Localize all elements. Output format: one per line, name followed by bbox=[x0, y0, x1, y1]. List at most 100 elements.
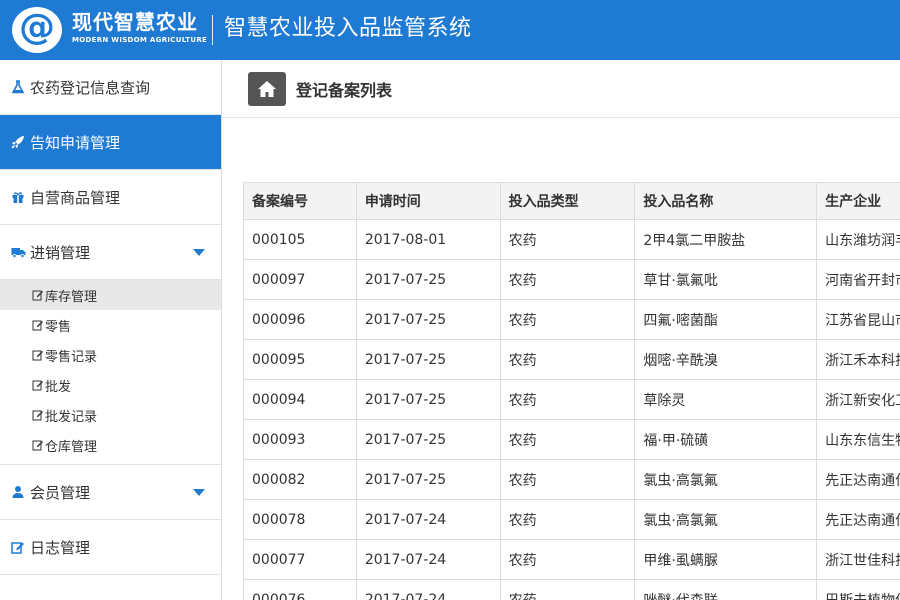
cell-record-no: 000105 bbox=[243, 219, 357, 260]
chevron-down-icon[interactable] bbox=[193, 489, 205, 496]
submenu-purchase-sales: 库存管理 零售 零售记录 批发 批发记录 仓库管理 bbox=[0, 280, 221, 465]
submenu-item-retail-records[interactable]: 零售记录 bbox=[0, 340, 221, 370]
cell-manufacturer: 山东东信生物 bbox=[816, 419, 900, 460]
logo-cn-text: 现代智慧农业 bbox=[72, 10, 198, 34]
sidebar-item-label: 自营商品管理 bbox=[30, 188, 121, 207]
submenu-item-wholesale[interactable]: 批发 bbox=[0, 370, 221, 400]
cell-record-no: 000097 bbox=[243, 259, 357, 300]
edit-icon bbox=[32, 289, 44, 301]
cell-manufacturer: 先正达南通作 bbox=[816, 499, 900, 540]
sidebar-item-purchase-sales[interactable]: 进销管理 bbox=[0, 225, 221, 280]
col-header-apply-time[interactable]: 申请时间 bbox=[355, 182, 501, 220]
sidebar-item-own-goods[interactable]: 自营商品管理 bbox=[0, 170, 221, 225]
submenu-item-wholesale-records[interactable]: 批发记录 bbox=[0, 400, 221, 430]
table-header-row: 备案编号 申请时间 投入品类型 投入品名称 生产企业 bbox=[243, 182, 900, 220]
rocket-icon bbox=[10, 134, 26, 150]
cell-manufacturer: 巴斯夫植物保 bbox=[816, 579, 900, 600]
logo-icon: @ bbox=[12, 7, 62, 53]
submenu-item-warehouse[interactable]: 仓库管理 bbox=[0, 430, 221, 460]
cell-apply-time: 2017-07-24 bbox=[355, 499, 501, 540]
cell-apply-time: 2017-07-24 bbox=[355, 579, 501, 600]
sidebar-item-label: 会员管理 bbox=[30, 483, 91, 502]
cell-apply-time: 2017-07-25 bbox=[355, 339, 501, 380]
sidebar-item-members[interactable]: 会员管理 bbox=[0, 465, 221, 520]
cell-manufacturer: 河南省开封市 bbox=[816, 259, 900, 300]
cell-input-name: 烟嘧·辛酰溴 bbox=[634, 339, 818, 380]
cell-record-no: 000093 bbox=[243, 419, 357, 460]
edit-icon bbox=[10, 539, 26, 555]
table-row[interactable]: 0000962017-07-25农药四氟·嘧菌酯江苏省昆山市 bbox=[243, 299, 900, 340]
table-row[interactable]: 0000932017-07-25农药福·甲·硫磺山东东信生物 bbox=[243, 419, 900, 460]
submenu-item-label: 零售 bbox=[45, 319, 72, 335]
submenu-item-label: 仓库管理 bbox=[45, 439, 98, 455]
cell-input-name: 2甲4氯二甲胺盐 bbox=[634, 219, 818, 260]
edit-icon bbox=[32, 319, 44, 331]
cell-apply-time: 2017-07-25 bbox=[355, 259, 501, 300]
cell-record-no: 000077 bbox=[243, 539, 357, 580]
cell-input-type: 农药 bbox=[499, 419, 636, 460]
cell-manufacturer: 江苏省昆山市 bbox=[816, 299, 900, 340]
cell-apply-time: 2017-07-25 bbox=[355, 379, 501, 420]
logo-en-text: MODERN WISDOM AGRICULTURE bbox=[72, 36, 208, 44]
registration-table: 备案编号 申请时间 投入品类型 投入品名称 生产企业 000105 2017-08… bbox=[243, 182, 900, 600]
home-icon bbox=[258, 80, 276, 97]
sidebar-item-pesticide-query[interactable]: 农药登记信息查询 bbox=[0, 60, 221, 115]
cell-record-no: 000096 bbox=[243, 299, 357, 340]
cell-input-name: 草甘·氯氟吡 bbox=[634, 259, 818, 300]
cell-manufacturer: 浙江世佳科技 bbox=[816, 539, 900, 580]
col-header-manufacturer[interactable]: 生产企业 bbox=[816, 182, 900, 220]
cell-input-type: 农药 bbox=[499, 219, 636, 260]
cell-record-no: 000082 bbox=[243, 459, 357, 500]
sidebar-item-label: 农药登记信息查询 bbox=[30, 78, 151, 97]
main-content: 登记备案列表 备案编号 申请时间 投入品类型 投入品名称 生产企业 000105… bbox=[222, 60, 900, 600]
edit-icon bbox=[32, 439, 44, 451]
col-header-input-type[interactable]: 投入品类型 bbox=[499, 182, 636, 220]
submenu-item-inventory[interactable]: 库存管理 bbox=[0, 280, 221, 310]
edit-icon bbox=[32, 349, 44, 361]
cell-manufacturer: 浙江禾本科技 bbox=[816, 339, 900, 380]
cell-input-type: 农药 bbox=[499, 299, 636, 340]
cell-apply-time: 2017-07-24 bbox=[355, 539, 501, 580]
cell-record-no: 000095 bbox=[243, 339, 357, 380]
cell-input-type: 农药 bbox=[499, 259, 636, 300]
registration-table-wrap: 备案编号 申请时间 投入品类型 投入品名称 生产企业 000105 2017-08… bbox=[243, 182, 900, 600]
cell-input-type: 农药 bbox=[499, 379, 636, 420]
table-row[interactable]: 0000772017-07-24农药甲维·虱螨脲浙江世佳科技 bbox=[243, 539, 900, 580]
breadcrumb: 登记备案列表 bbox=[222, 60, 900, 118]
col-header-input-name[interactable]: 投入品名称 bbox=[634, 182, 818, 220]
table-row[interactable]: 0000822017-07-25农药氯虫·高氯氟先正达南通作 bbox=[243, 459, 900, 500]
table-row[interactable]: 0000782017-07-24农药氯虫·高氯氟先正达南通作 bbox=[243, 499, 900, 540]
table-row[interactable]: 0000762017-07-24农药唑醚·代森联巴斯夫植物保 bbox=[243, 579, 900, 600]
table-row[interactable]: 0000942017-07-25农药草除灵浙江新安化工 bbox=[243, 379, 900, 420]
cell-input-type: 农药 bbox=[499, 339, 636, 380]
cell-input-name: 四氟·嘧菌酯 bbox=[634, 299, 818, 340]
sidebar-item-label: 日志管理 bbox=[30, 538, 91, 557]
cell-input-name: 福·甲·硫磺 bbox=[634, 419, 818, 460]
sidebar-item-notice-apply[interactable]: 告知申请管理 bbox=[0, 115, 221, 170]
home-button[interactable] bbox=[248, 71, 286, 106]
table-row[interactable]: 0001052017-08-01农药2甲4氯二甲胺盐山东潍坊润丰 bbox=[243, 219, 900, 260]
cell-input-type: 农药 bbox=[499, 539, 636, 580]
logo[interactable]: 现代智慧农业 MODERN WISDOM AGRICULTURE bbox=[72, 10, 207, 45]
header-divider bbox=[212, 15, 213, 45]
cell-record-no: 000078 bbox=[243, 499, 357, 540]
sidebar-item-label: 告知申请管理 bbox=[30, 133, 121, 152]
edit-icon bbox=[32, 409, 44, 421]
submenu-item-retail[interactable]: 零售 bbox=[0, 310, 221, 340]
cell-manufacturer: 山东潍坊润丰 bbox=[816, 219, 900, 260]
edit-icon bbox=[32, 379, 44, 391]
cell-apply-time: 2017-07-25 bbox=[355, 299, 501, 340]
cell-input-name: 氯虫·高氯氟 bbox=[634, 459, 818, 500]
cell-input-type: 农药 bbox=[499, 459, 636, 500]
col-header-record-no[interactable]: 备案编号 bbox=[243, 182, 357, 220]
chevron-down-icon[interactable] bbox=[193, 249, 205, 256]
cell-input-type: 农药 bbox=[499, 499, 636, 540]
cell-input-type: 农药 bbox=[499, 579, 636, 600]
sidebar: 农药登记信息查询 告知申请管理 自营商品管理 进销管理 库存管理 零售 零售记录 bbox=[0, 60, 222, 600]
truck-icon bbox=[10, 244, 26, 260]
sidebar-item-logs[interactable]: 日志管理 bbox=[0, 520, 221, 575]
cell-record-no: 000076 bbox=[243, 579, 357, 600]
cell-input-name: 草除灵 bbox=[634, 379, 818, 420]
table-row[interactable]: 0000952017-07-25农药烟嘧·辛酰溴浙江禾本科技 bbox=[243, 339, 900, 380]
table-row[interactable]: 0000972017-07-25农药草甘·氯氟吡河南省开封市 bbox=[243, 259, 900, 300]
